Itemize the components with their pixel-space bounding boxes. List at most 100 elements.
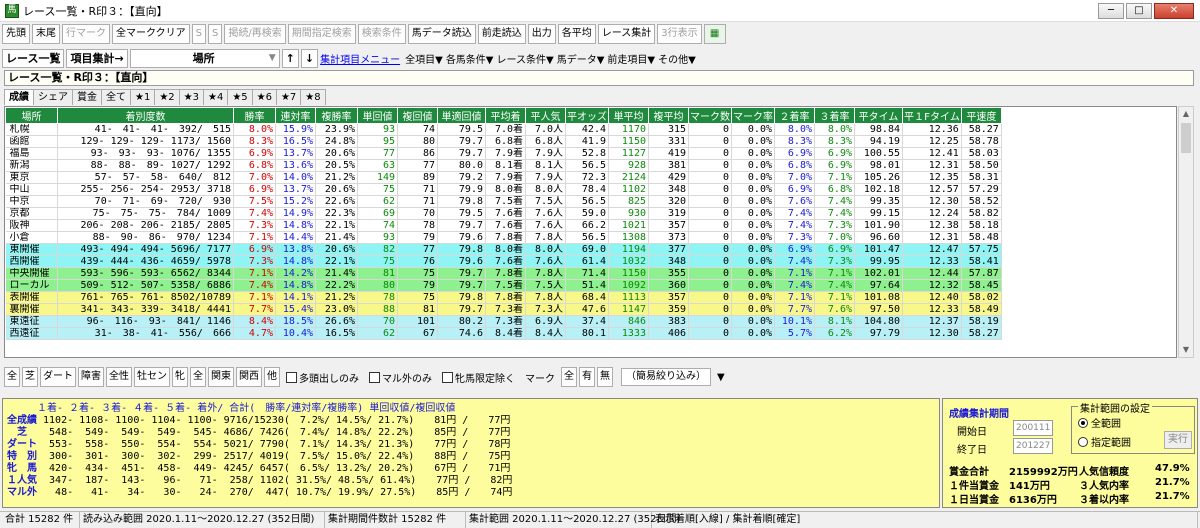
aggregate-menu-link[interactable]: 集計項目メニュー — [320, 51, 400, 66]
table-row[interactable]: 京都 75- 75- 75- 784/ 1009 7.4% 14.9% 22.3% 69 7… — [5, 207, 1002, 220]
grid-header-cell[interactable]: 平オッズ — [565, 107, 609, 124]
grid-header-cell[interactable]: 勝率 — [233, 107, 276, 124]
mark-filter-button-0[interactable]: 全 — [561, 367, 577, 387]
table-row[interactable]: 裏開催 341- 343- 339- 3418/ 4441 7.7% 15.4% 23.… — [5, 303, 1002, 316]
grid-header-cell[interactable]: マーク率 — [731, 107, 775, 124]
table-row[interactable]: 東京 57- 57- 58- 640/ 812 7.0% 14.0% 21.2% 149 8… — [5, 171, 1002, 184]
grid-header-cell[interactable]: マーク数 — [688, 107, 732, 124]
grid-header-cell[interactable]: 単適回値 — [437, 107, 486, 124]
grid-header-cell[interactable]: 平１Fタイム — [902, 107, 962, 124]
table-row[interactable]: 表開催 761- 765- 761- 8502/10789 7.1% 14.1% 21.… — [5, 291, 1002, 304]
aggregate-item-select[interactable]: 場所 ▼ — [129, 48, 280, 68]
filter-button-6[interactable]: 牝 — [172, 367, 188, 387]
simple-filter-select[interactable]: （簡易絞り込み） — [621, 368, 711, 386]
filter-button-9[interactable]: 関西 — [236, 367, 262, 387]
table-row[interactable]: 中山 255- 256- 254- 2953/ 3718 6.9% 13.7% 20.6… — [5, 183, 1002, 196]
minimize-button[interactable]: ─ — [1098, 3, 1124, 19]
filter-checkbox-0[interactable]: 多頭出しのみ — [286, 370, 359, 385]
grid-header-cell[interactable]: 平速度 — [960, 107, 1002, 124]
tab-8[interactable]: ★5 — [227, 89, 253, 105]
tab-2[interactable]: 賞金 — [72, 89, 102, 105]
tab-3[interactable]: 全て — [101, 89, 131, 105]
tab-9[interactable]: ★6 — [251, 89, 277, 105]
filter-button-5[interactable]: 牡セン — [134, 367, 170, 387]
race-list-button[interactable]: レース一覧 — [2, 48, 65, 68]
grid-header-cell[interactable]: 単平均 — [608, 107, 649, 124]
sort-ascending-button[interactable]: ↑ — [281, 48, 299, 68]
filter-checkbox-2[interactable]: 牝馬限定除く — [442, 370, 515, 385]
filter-checkbox-1[interactable]: マル外のみ — [369, 370, 432, 385]
grid-header-cell[interactable]: 着別度数 — [57, 107, 234, 124]
toolbar-button-12[interactable]: 各平均 — [557, 24, 596, 44]
grid-header-cell[interactable]: 複平均 — [648, 107, 689, 124]
filter-button-7[interactable]: 全 — [190, 367, 206, 387]
grid-header-cell[interactable]: 平均着 — [485, 107, 526, 124]
grid-header-cell[interactable]: 平タイム — [854, 107, 903, 124]
toolbar-button-3[interactable]: 全マーククリア — [112, 24, 190, 44]
tab-7[interactable]: ★4 — [202, 89, 229, 105]
grid-header-cell[interactable]: ２着率 — [774, 107, 815, 124]
tab-4[interactable]: ★1 — [130, 89, 156, 105]
filter-button-4[interactable]: 全性 — [106, 367, 132, 387]
tab-10[interactable]: ★7 — [275, 89, 302, 105]
table-row[interactable]: 中央開催 593- 596- 593- 6562/ 8344 7.1% 14.2% 21… — [5, 267, 1002, 280]
close-button[interactable]: ✕ — [1154, 3, 1194, 19]
table-row[interactable]: 西開催 439- 444- 436- 4659/ 5978 7.3% 14.8% 22.… — [5, 255, 1002, 268]
scroll-thumb[interactable] — [1181, 123, 1191, 153]
menu-item-2[interactable]: レース条件▼ — [497, 51, 554, 66]
table-row[interactable]: 東遠征 96- 116- 93- 841/ 1146 8.4% 18.5% 26.6% 7… — [5, 315, 1002, 328]
menu-item-1[interactable]: 各馬条件▼ — [446, 51, 494, 66]
start-date-input[interactable]: 200111 — [1013, 420, 1053, 436]
table-row[interactable]: 西遠征 31- 38- 41- 556/ 666 4.7% 10.4% 16.5% 62 6… — [5, 327, 1002, 340]
maximize-button[interactable]: □ — [1126, 3, 1152, 19]
table-row[interactable]: 東開催 493- 494- 494- 5696/ 7177 6.9% 13.8% 20.… — [5, 243, 1002, 256]
scroll-down-icon[interactable]: ▼ — [1179, 343, 1193, 357]
table-row[interactable]: ローカル 509- 512- 507- 5358/ 6886 7.4% 14.8% 22… — [5, 279, 1002, 292]
mark-filter-button-1[interactable]: 有 — [579, 367, 595, 387]
execute-button[interactable]: 実行 — [1164, 431, 1192, 449]
filter-button-0[interactable]: 全 — [4, 367, 20, 387]
toolbar-button-1[interactable]: 末尾 — [32, 24, 60, 44]
toolbar-button-0[interactable]: 先頭 — [2, 24, 30, 44]
tab-11[interactable]: ★8 — [300, 89, 326, 105]
filter-button-8[interactable]: 関東 — [208, 367, 234, 387]
menu-item-5[interactable]: その他▼ — [658, 51, 696, 66]
filter-button-2[interactable]: ダート — [40, 367, 76, 387]
filter-button-10[interactable]: 他 — [264, 367, 280, 387]
tab-6[interactable]: ★3 — [178, 89, 204, 105]
range-all-radio[interactable]: 全範囲 — [1078, 415, 1121, 430]
vertical-scrollbar[interactable]: ▲ ▼ — [1178, 106, 1194, 358]
table-row[interactable]: 阪神 206- 208- 206- 2185/ 2805 7.3% 14.8% 22.1… — [5, 219, 1002, 232]
range-custom-radio[interactable]: 指定範囲 — [1078, 434, 1131, 449]
filter-button-1[interactable]: 芝 — [22, 367, 38, 387]
grid-header-cell[interactable]: 複勝率 — [315, 107, 358, 124]
toolbar-button-13[interactable]: レース集計 — [597, 24, 656, 44]
mark-filter-button-2[interactable]: 無 — [597, 367, 613, 387]
end-date-input[interactable]: 201227 — [1013, 438, 1053, 454]
table-row[interactable]: 函館 129- 129- 129- 1173/ 1560 8.3% 16.5% 24.8… — [5, 135, 1002, 148]
chevron-down-icon[interactable]: ▼ — [717, 372, 725, 383]
table-row[interactable]: 中京 70- 71- 69- 720/ 930 7.5% 15.2% 22.6% 62 71… — [5, 195, 1002, 208]
tab-1[interactable]: シェア — [33, 89, 73, 105]
filter-button-3[interactable]: 障害 — [78, 367, 104, 387]
grid-header-cell[interactable]: ３着率 — [814, 107, 855, 124]
grid-header-cell[interactable]: 複回値 — [397, 107, 438, 124]
toolbar-button-11[interactable]: 出力 — [527, 24, 556, 44]
table-row[interactable]: 小倉 88- 90- 86- 970/ 1234 7.1% 14.4% 21.4% 93 7… — [5, 231, 1002, 244]
menu-item-3[interactable]: 馬データ▼ — [557, 51, 605, 66]
grid-header-cell[interactable]: 場所 — [5, 107, 58, 124]
sort-descending-button[interactable]: ↓ — [300, 48, 319, 68]
grid-header-cell[interactable]: 連対率 — [275, 107, 316, 124]
tab-0[interactable]: 成績 — [4, 89, 34, 105]
tab-5[interactable]: ★2 — [154, 89, 180, 105]
table-row[interactable]: 新潟 88- 88- 89- 1027/ 1292 6.8% 13.6% 20.5% 63… — [5, 159, 1002, 172]
menu-item-4[interactable]: 前走項目▼ — [607, 51, 655, 66]
table-row[interactable]: 福島 93- 93- 93- 1076/ 1355 6.9% 13.7% 20.6% 77… — [5, 147, 1002, 160]
spreadsheet-icon[interactable]: ▦ — [703, 24, 726, 44]
toolbar-button-9[interactable]: 馬データ読込 — [407, 24, 476, 44]
table-row[interactable]: 札幌 41- 41- 41- 392/ 515 8.0% 15.9% 23.9% 93 74… — [5, 123, 1002, 136]
scroll-up-icon[interactable]: ▲ — [1179, 107, 1193, 121]
menu-item-0[interactable]: 全項目▼ — [405, 51, 443, 66]
toolbar-button-10[interactable]: 前走読込 — [477, 24, 526, 44]
grid-header-cell[interactable]: 単回値 — [357, 107, 398, 124]
